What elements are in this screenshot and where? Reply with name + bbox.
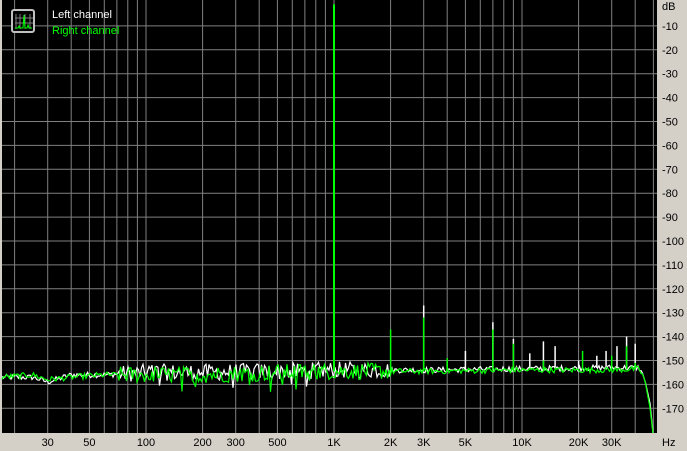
y-tick-label: -170 [662, 403, 684, 415]
y-tick-label: -60 [662, 140, 678, 152]
y-tick-label: -30 [662, 69, 678, 81]
y-tick-label: -100 [662, 236, 684, 248]
x-tick-label: 30K [602, 437, 622, 449]
x-tick-label: 3K [417, 437, 431, 449]
y-tick-label: -10 [662, 21, 678, 33]
legend-chart-icon [11, 9, 35, 33]
x-tick-label: 200 [193, 437, 211, 449]
y-axis-label: dB [662, 1, 675, 13]
y-tick-label: -50 [662, 117, 678, 129]
x-tick-label: 20K [569, 437, 589, 449]
x-tick-label: 5K [459, 437, 473, 449]
y-tick-label: -70 [662, 164, 678, 176]
y-tick-label: -20 [662, 45, 678, 57]
y-tick-label: -130 [662, 308, 684, 320]
x-tick-label: 10K [512, 437, 532, 449]
x-tick-label: 300 [227, 437, 245, 449]
x-tick-label: 100 [137, 437, 155, 449]
y-tick-label: -40 [662, 93, 678, 105]
y-tick-label: -80 [662, 188, 678, 200]
spectrum-chart: -10 -20 -30 -40 -50 -60 -70 -80 -90 -100 -110 -120 -… [0, 0, 687, 451]
y-tick-label: -140 [662, 332, 684, 344]
x-tick-label: 1K [327, 437, 341, 449]
y-tick-label: -150 [662, 356, 684, 368]
x-tick-label: 50 [83, 437, 95, 449]
y-tick-label: -160 [662, 379, 684, 391]
y-tick-label: -90 [662, 212, 678, 224]
y-tick-label: -120 [662, 284, 684, 296]
x-tick-label: 30 [42, 437, 54, 449]
x-tick-label: 2K [384, 437, 398, 449]
x-axis-label: Hz [662, 437, 675, 449]
legend-right-channel: Right channel [52, 25, 119, 37]
legend-left-channel: Left channel [52, 9, 112, 21]
y-tick-label: -110 [662, 260, 683, 272]
x-tick-label: 500 [268, 437, 286, 449]
